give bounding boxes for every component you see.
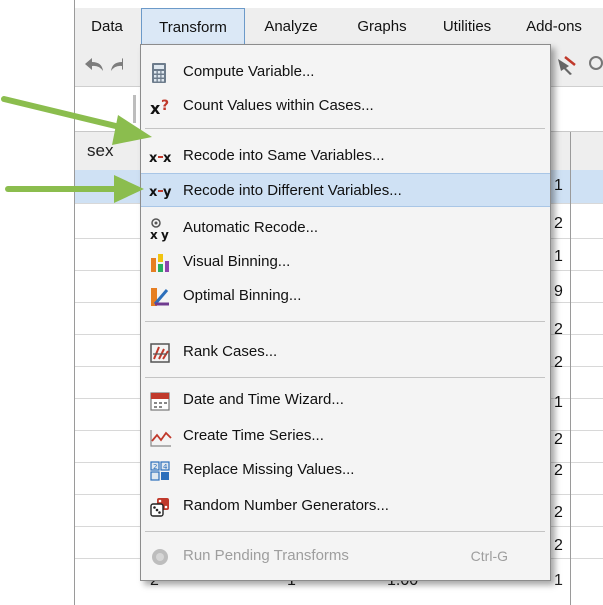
grid-cell[interactable]: 2: [554, 215, 563, 233]
svg-text:y: y: [163, 185, 172, 200]
random-number-icon: [149, 496, 171, 517]
shortcut-label: Ctrl-G: [470, 548, 508, 564]
undo-icon[interactable]: [83, 54, 105, 76]
grid-column-line: [570, 132, 571, 605]
menu-bar: Data Transform Analyze Graphs Utilities …: [75, 8, 603, 47]
menu-graphs[interactable]: Graphs: [345, 8, 419, 46]
menu-item-create-time-series[interactable]: Create Time Series...: [141, 419, 550, 453]
menu-item-random-number-generators[interactable]: Random Number Generators...: [141, 489, 550, 523]
menu-separator: [145, 128, 545, 129]
grid-cell[interactable]: 1: [554, 248, 563, 266]
select-cases-icon[interactable]: [555, 54, 577, 76]
grid-cell[interactable]: 2: [554, 462, 563, 480]
menu-item-label: Compute Variable...: [183, 63, 315, 80]
menu-utilities[interactable]: Utilities: [433, 8, 501, 46]
menu-separator: [145, 531, 545, 532]
svg-text:x: x: [150, 228, 158, 242]
menu-item-label: Random Number Generators...: [183, 497, 389, 514]
svg-text:2: 2: [153, 463, 157, 471]
menu-analyze[interactable]: Analyze: [251, 8, 331, 46]
calculator-icon: [149, 62, 171, 83]
grid-cell[interactable]: 1: [554, 394, 563, 412]
menu-item-label: Replace Missing Values...: [183, 461, 355, 478]
menu-item-label: Recode into Different Variables...: [183, 182, 402, 199]
menu-item-recode-same[interactable]: xx Recode into Same Variables...: [141, 139, 550, 173]
menu-item-compute-variable[interactable]: Compute Variable...: [141, 55, 550, 89]
grid-cell[interactable]: 2: [554, 431, 563, 449]
grid-cell[interactable]: 1: [554, 572, 563, 590]
svg-text:y: y: [161, 228, 169, 242]
visual-binning-icon: [149, 252, 171, 272]
automatic-recode-icon: xy: [149, 218, 171, 242]
grid-cell[interactable]: 2: [554, 504, 563, 522]
menu-item-date-time-wizard[interactable]: Date and Time Wizard...: [141, 383, 550, 417]
menu-item-label: Automatic Recode...: [183, 219, 319, 236]
menu-item-label: Run Pending Transforms: [183, 547, 349, 564]
menu-item-label: Count Values within Cases...: [183, 97, 374, 114]
menu-item-optimal-binning[interactable]: Optimal Binning...: [141, 279, 550, 313]
rank-cases-icon: [149, 342, 171, 363]
recode-different-icon: xy: [149, 181, 172, 201]
menu-item-label: Create Time Series...: [183, 427, 324, 444]
menu-item-label: Rank Cases...: [183, 343, 278, 360]
menu-separator: [145, 321, 545, 322]
grid-cell[interactable]: 2: [554, 537, 563, 555]
menu-item-replace-missing-values[interactable]: 24 Replace Missing Values...: [141, 453, 550, 487]
time-series-icon: [149, 426, 172, 447]
menu-add-ons[interactable]: Add-ons: [515, 8, 593, 46]
svg-text:4: 4: [163, 463, 168, 471]
transform-dropdown-menu: Compute Variable... x? Count Values with…: [140, 44, 551, 581]
menu-item-label: Date and Time Wizard...: [183, 391, 344, 408]
menu-item-recode-different[interactable]: xy Recode into Different Variables...: [141, 173, 550, 207]
menu-item-label: Optimal Binning...: [183, 287, 302, 304]
menu-item-visual-binning[interactable]: Visual Binning...: [141, 245, 550, 279]
menu-separator: [145, 377, 545, 378]
optimal-binning-icon: [149, 286, 171, 306]
grid-cell[interactable]: 2: [554, 321, 563, 339]
grid-cell[interactable]: 1: [554, 177, 563, 195]
menu-item-count-values[interactable]: x? Count Values within Cases...: [141, 89, 550, 123]
menu-item-label: Recode into Same Variables...: [183, 147, 385, 164]
menu-item-rank-cases[interactable]: Rank Cases...: [141, 335, 550, 369]
annotation-arrow-recode-different: [5, 175, 144, 203]
run-pending-icon: [149, 546, 171, 566]
spss-data-editor: Data Transform Analyze Graphs Utilities …: [0, 0, 603, 605]
menu-data[interactable]: Data: [83, 8, 131, 46]
annotation-arrow-recode-same: [1, 96, 152, 145]
grid-cell[interactable]: 9: [554, 283, 563, 301]
grid-cell[interactable]: 2: [554, 354, 563, 372]
redo-icon[interactable]: [109, 54, 123, 76]
menu-transform[interactable]: Transform: [141, 8, 245, 47]
menu-item-automatic-recode[interactable]: xy Automatic Recode...: [141, 211, 550, 245]
svg-text:x: x: [149, 185, 158, 200]
calendar-icon: [149, 390, 171, 411]
replace-missing-icon: 24: [149, 460, 171, 481]
find-icon[interactable]: [585, 54, 603, 76]
menu-item-run-pending-transforms: Run Pending Transforms Ctrl-G: [141, 539, 550, 573]
menu-item-label: Visual Binning...: [183, 253, 291, 270]
